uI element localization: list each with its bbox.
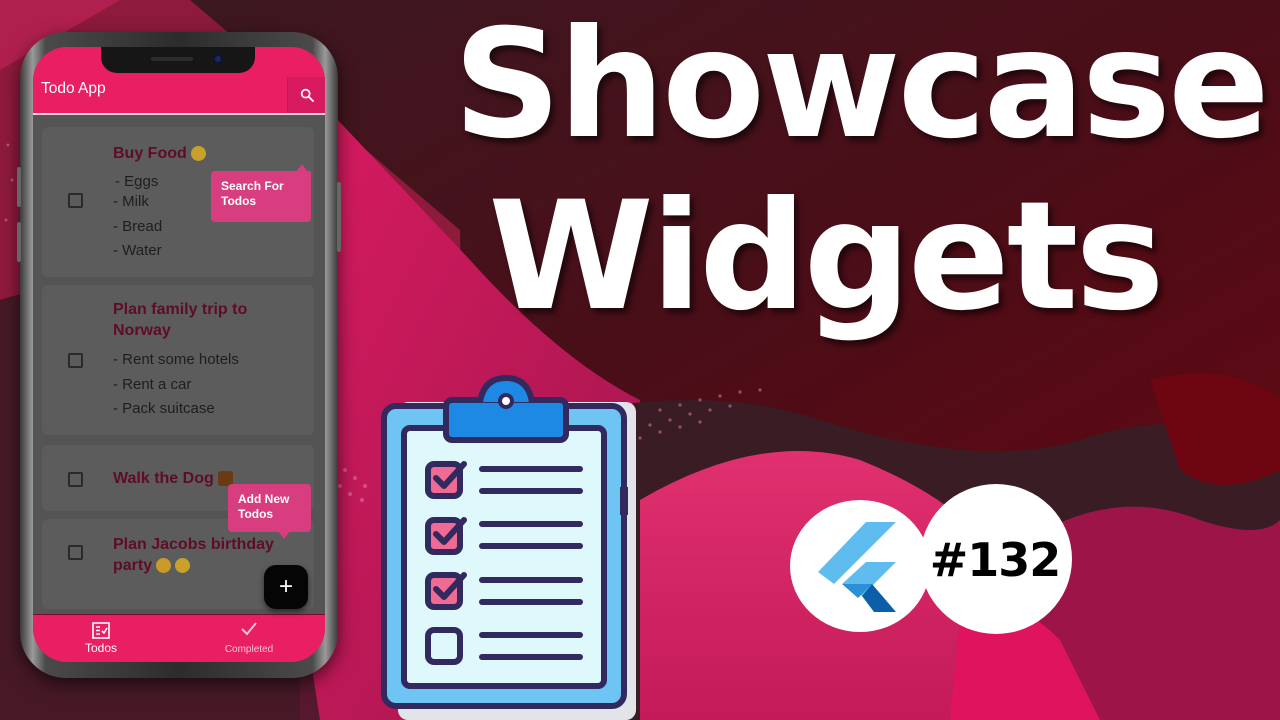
- check-icon: [241, 622, 257, 636]
- todo-item: - Eggs: [115, 173, 159, 190]
- todo-title-text: Walk the Dog: [113, 470, 214, 487]
- tooltip-text: Todos: [221, 194, 257, 208]
- tooltip-arrow: [278, 531, 290, 539]
- checklist-icon: [92, 622, 110, 639]
- thumbnail-headline: Showcase Widgets: [430, 10, 1280, 332]
- todo-item: - Bread: [113, 218, 163, 235]
- tooltip-text: Search For: [221, 179, 284, 193]
- speaker-grille: [151, 57, 193, 61]
- todo-item: - Pack suitcase: [113, 400, 215, 417]
- party-face-emoji-icon: [175, 558, 191, 574]
- search-button[interactable]: [287, 77, 325, 113]
- todo-title: Plan Jacobs birthday party: [113, 534, 274, 576]
- phone-volume-button: [17, 167, 21, 207]
- flutter-logo-icon: [818, 522, 896, 612]
- phone-screen: Todo App Buy Food - Eggs - Milk - Bread …: [33, 47, 325, 662]
- todo-checkbox[interactable]: [68, 353, 83, 368]
- todo-title: Plan family trip to Norway: [113, 299, 247, 341]
- todo-title-line: Norway: [113, 322, 171, 339]
- phone-mockup: Todo App Buy Food - Eggs - Milk - Bread …: [17, 32, 341, 678]
- camera-icon: [213, 54, 223, 64]
- todo-item: - Water: [113, 242, 162, 259]
- headline-line-2: Widgets: [488, 170, 1164, 344]
- tooltip-arrow: [296, 164, 308, 172]
- todo-checkbox[interactable]: [68, 193, 83, 208]
- todo-title: Walk the Dog: [113, 468, 233, 489]
- todo-item: - Milk: [113, 193, 149, 210]
- phone-notch: [101, 47, 255, 73]
- todo-title-line: party: [113, 557, 153, 574]
- nav-label: Completed: [224, 644, 274, 655]
- nav-item-completed[interactable]: Completed: [189, 615, 309, 662]
- party-popper-emoji-icon: [156, 558, 172, 574]
- search-icon: [300, 88, 314, 102]
- todo-item: - Rent some hotels: [113, 351, 239, 368]
- todo-title-line: Plan Jacobs birthday: [113, 536, 274, 553]
- showcase-tooltip-add: Add New Todos: [228, 484, 311, 539]
- todo-title-text: Buy Food: [113, 145, 187, 162]
- todo-title: Buy Food: [113, 143, 206, 164]
- clipboard-checklist-icon: [381, 374, 636, 720]
- nav-item-todos[interactable]: Todos: [41, 615, 161, 662]
- phone-power-button: [337, 182, 341, 252]
- todo-checkbox[interactable]: [68, 545, 83, 560]
- app-title: Todo App: [41, 80, 106, 97]
- tooltip-text: Todos: [238, 507, 274, 521]
- flutter-logo-badge: [790, 500, 930, 632]
- todo-checkbox[interactable]: [68, 472, 83, 487]
- add-todo-button[interactable]: +: [264, 565, 308, 609]
- todo-title-line: Plan family trip to: [113, 301, 248, 318]
- todo-card[interactable]: Plan family trip to Norway - Rent some h…: [42, 285, 314, 435]
- yum-face-emoji-icon: [190, 146, 206, 162]
- phone-volume-button: [17, 222, 21, 262]
- showcase-tooltip-search: Search For Todos: [211, 164, 311, 222]
- headline-line-1: Showcase: [453, 0, 1270, 172]
- episode-number: #132: [929, 533, 1062, 587]
- plus-icon: +: [278, 573, 293, 600]
- tooltip-text: Add New: [238, 492, 290, 506]
- todo-item: - Rent a car: [113, 376, 192, 393]
- bottom-navigation: Todos Completed: [33, 614, 325, 662]
- nav-label: Todos: [84, 641, 118, 655]
